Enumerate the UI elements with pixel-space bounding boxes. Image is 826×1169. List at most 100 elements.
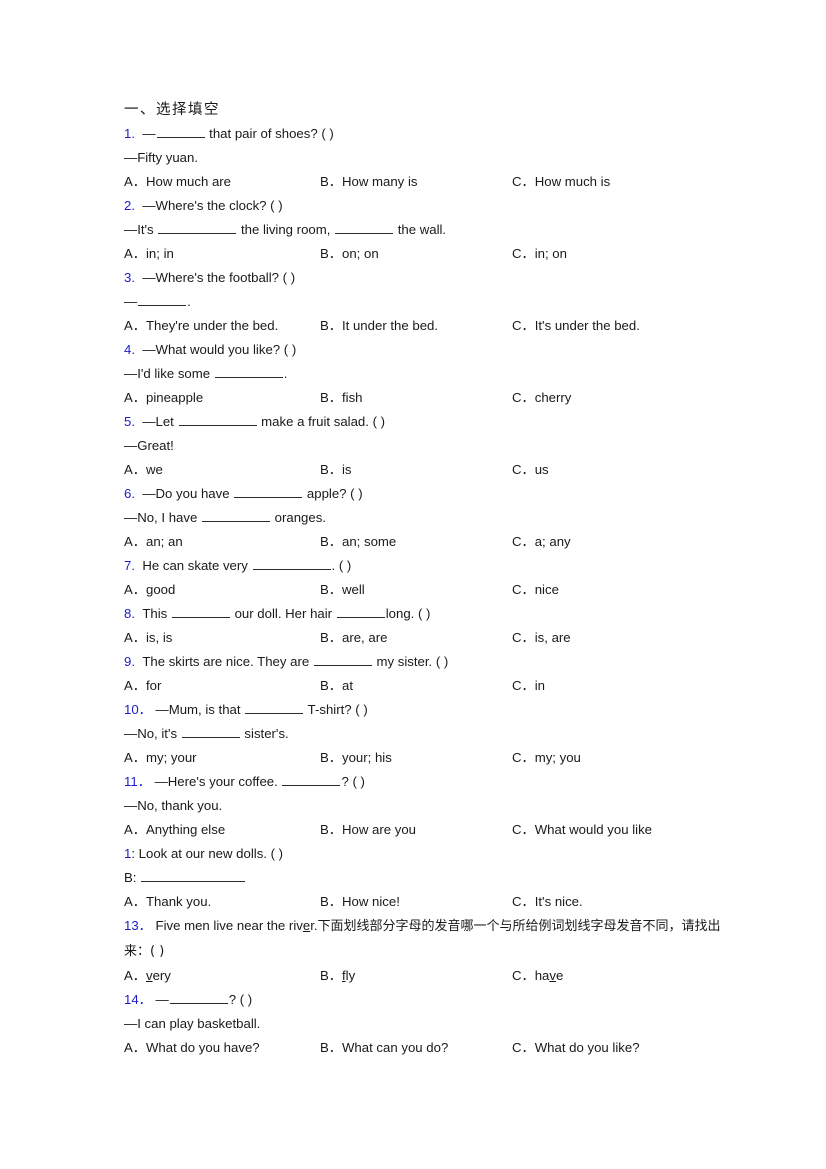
option-4-a: A．pineapple — [124, 390, 204, 405]
question-stem-5: 5. —Let make a fruit salad. ( ) — [124, 413, 386, 429]
option-8-b: B．are, are — [320, 630, 388, 645]
blank-line — [158, 221, 237, 234]
stem-text-2: —Where's the clock? ( ) — [142, 198, 283, 213]
blank-line — [178, 413, 257, 426]
option-3-a: A．They're under the bed. — [124, 318, 279, 333]
question-stem-7: 7. He can skate very . ( ) — [124, 557, 352, 573]
question-number-13: 13． — [124, 918, 152, 933]
option-2-a: A．in; in — [124, 246, 174, 261]
blank-line — [336, 605, 385, 618]
options-3: A．They're under the bed. B．It under the … — [124, 314, 766, 338]
answer-line-6: —No, I have oranges. — [124, 509, 326, 525]
option-5-a: A．we — [124, 462, 163, 477]
option-3-b: B．It under the bed. — [320, 318, 439, 333]
answer-line-4: —I'd like some . — [124, 365, 288, 381]
options-10: A．my; your B．your; his C．my; you — [124, 746, 766, 770]
option-9-b: B．at — [320, 678, 353, 693]
option-14-c: C．What do you like? — [512, 1040, 640, 1055]
option-11-b: B．How are you — [320, 822, 417, 837]
blank-line — [234, 485, 303, 498]
answer-line-12: B: — [124, 866, 766, 890]
options-11: A．Anything else B．How are you C．What wou… — [124, 818, 766, 842]
question-number-5: 5. — [124, 414, 135, 429]
blank-line — [252, 557, 331, 570]
question-number-11: 11． — [124, 774, 151, 789]
options-6: A．an; an B．an; some C．a; any — [124, 530, 766, 554]
option-10-a: A．my; your — [124, 750, 197, 765]
options-14: A．What do you have? B．What can you do? C… — [124, 1036, 766, 1060]
stem-text-1a: — — [142, 126, 156, 141]
option-13-a: A．very — [124, 968, 171, 983]
question-number-2: 2. — [124, 198, 135, 213]
blank-line — [201, 509, 270, 522]
option-5-b: B．is — [320, 462, 352, 477]
option-12-a: A．Thank you. — [124, 894, 212, 909]
page-title: 一、选择填空 — [124, 102, 220, 118]
stem-text-4: —What would you like? ( ) — [142, 342, 297, 357]
option-8-a: A．is, is — [124, 630, 173, 645]
answer-line-1: —Fifty yuan. — [124, 150, 199, 165]
stem-text-1b: that pair of shoes? ( ) — [205, 126, 334, 141]
option-1-b: B．How many is — [320, 174, 418, 189]
option-7-c: C．nice — [512, 582, 559, 597]
blank-line — [282, 773, 341, 786]
option-11-a: A．Anything else — [124, 822, 226, 837]
question-stem-8: 8. This our doll. Her hair long. ( ) — [124, 605, 431, 621]
options-7: A．good B．well C．nice — [124, 578, 766, 602]
option-13-c: C．have — [512, 968, 564, 983]
question-number-6: 6. — [124, 486, 135, 501]
question-stem-3: 3. —Where's the football? ( ) — [124, 266, 766, 290]
question-stem-4: 4. —What would you like? ( ) — [124, 338, 766, 362]
question-number-3: 3. — [124, 270, 135, 285]
blank-line — [171, 605, 230, 618]
option-9-a: A．for — [124, 678, 162, 693]
question-number-14: 14． — [124, 992, 152, 1007]
question-stem-13: 13． Five men live near the river.下面划线部分字… — [124, 918, 721, 959]
blank-line — [181, 725, 240, 738]
question-number-9: 9. — [124, 654, 135, 669]
blank-line — [313, 653, 372, 666]
option-7-b: B．well — [320, 582, 365, 597]
question-stem-2: 2. —Where's the clock? ( ) — [124, 194, 766, 218]
blank-line — [335, 221, 394, 234]
answer-line-11: —No, thank you. — [124, 798, 223, 813]
question-stem-11: 11． —Here's your coffee. ? ( ) — [124, 773, 365, 789]
option-5-c: C．us — [512, 462, 549, 477]
options-8: A．is, is B．are, are C．is, are — [124, 626, 766, 650]
option-12-b: B．How nice! — [320, 894, 400, 909]
option-6-b: B．an; some — [320, 534, 397, 549]
blank-line — [156, 125, 205, 138]
answer-line-5: —Great! — [124, 438, 174, 453]
option-12-c: C．It's nice. — [512, 894, 583, 909]
question-stem-10: 10． —Mum, is that T-shirt? ( ) — [124, 701, 368, 717]
option-7-a: A．good — [124, 582, 176, 597]
options-9: A．for B．at C．in — [124, 674, 766, 698]
option-14-b: B．What can you do? — [320, 1040, 449, 1055]
question-stem-1: 1. — that pair of shoes? ( ) — [124, 122, 766, 146]
options-13: A．very B．fly C．have — [124, 964, 766, 988]
question-number-1: 1. — [124, 126, 135, 141]
option-13-b: B．fly — [320, 968, 356, 983]
question-stem-6: 6. —Do you have apple? ( ) — [124, 485, 363, 501]
option-10-c: C．my; you — [512, 750, 581, 765]
answer-line-2: —It's the living room, the wall. — [124, 221, 447, 237]
question-number-10: 10． — [124, 702, 152, 717]
blank-line — [138, 293, 187, 306]
blank-line — [169, 991, 228, 1004]
options-12: A．Thank you. B．How nice! C．It's nice. — [124, 890, 766, 914]
option-6-a: A．an; an — [124, 534, 183, 549]
option-4-b: B．fish — [320, 390, 363, 405]
option-8-c: C．is, are — [512, 630, 571, 645]
underlined-letter: v — [145, 968, 153, 983]
stem-text-3: —Where's the football? ( ) — [142, 270, 296, 285]
option-10-b: B．your; his — [320, 750, 392, 765]
question-stem-14: 14． —? ( ) — [124, 991, 253, 1007]
question-stem-9: 9. The skirts are nice. They are my sist… — [124, 653, 449, 669]
answer-line-10: —No, it's sister's. — [124, 725, 289, 741]
blank-line — [245, 701, 304, 714]
option-2-c: C．in; on — [512, 246, 567, 261]
underlined-letter: v — [549, 968, 556, 983]
blank-line — [214, 365, 283, 378]
question-number-7: 7. — [124, 558, 135, 573]
option-6-c: C．a; any — [512, 534, 571, 549]
